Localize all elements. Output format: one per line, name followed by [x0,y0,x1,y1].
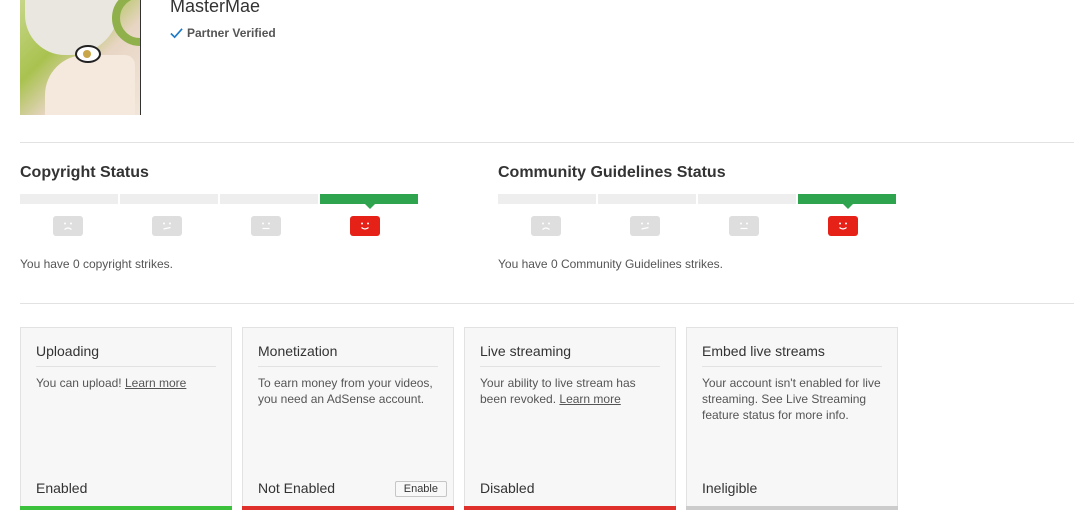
checkmark-icon [170,27,183,38]
learn-more-link[interactable]: Learn more [559,392,620,406]
card-description: To earn money from your videos, you need… [258,376,433,406]
card-title: Embed live streams [702,343,825,359]
feature-card-embed-live-streams: Embed live streams Your account isn't en… [686,327,898,510]
strike-segment-current [320,194,418,209]
card-description: Your ability to live stream has been rev… [480,376,636,406]
card-status: Not Enabled [258,480,336,496]
copyright-strikes-text: You have 0 copyright strikes. [20,257,173,271]
card-status: Disabled [480,480,535,496]
card-description: You can upload! Learn more [36,376,187,390]
strike-segment [20,194,118,204]
card-description: Your account isn't enabled for live stre… [702,376,881,422]
copyright-faces [53,216,449,236]
copyright-strike-bar [20,194,418,209]
happy-face-icon [828,216,858,236]
feature-card-live-streaming: Live streaming Your ability to live stre… [464,327,676,510]
divider [20,142,1074,143]
feature-card-uploading: Uploading You can upload! Learn more Ena… [20,327,232,510]
status-bar [464,506,676,510]
strike-segment-current [798,194,896,209]
sad-face-icon [53,216,83,236]
verified-label: Partner Verified [187,26,276,40]
strike-segment [498,194,596,204]
sad-face-icon [531,216,561,236]
feature-card-monetization: Monetization To earn money from your vid… [242,327,454,510]
strike-segment [598,194,696,204]
divider [20,303,1074,304]
status-bar [242,506,454,510]
community-faces [531,216,927,236]
channel-avatar [20,0,141,115]
status-bar [686,506,898,510]
strike-segment [698,194,796,204]
meh-face-icon [152,216,182,236]
meh-face-icon [630,216,660,236]
card-title: Live streaming [480,343,572,359]
neutral-face-icon [729,216,759,236]
community-status-title: Community Guidelines Status [498,164,726,181]
happy-face-icon [350,216,380,236]
learn-more-link[interactable]: Learn more [125,376,186,390]
neutral-face-icon [251,216,281,236]
partner-verified-badge: Partner Verified [170,26,276,40]
community-strike-bar [498,194,896,209]
card-status: Enabled [36,480,88,496]
card-status: Ineligible [702,480,758,496]
enable-button[interactable]: Enable [394,481,447,497]
strike-segment [220,194,318,204]
status-bar [20,506,232,510]
card-title: Uploading [36,343,100,359]
card-title: Monetization [258,343,338,359]
community-strikes-text: You have 0 Community Guidelines strikes. [498,257,723,271]
channel-name: MasterMae [170,0,261,16]
strike-segment [120,194,218,204]
copyright-status-title: Copyright Status [20,164,149,181]
